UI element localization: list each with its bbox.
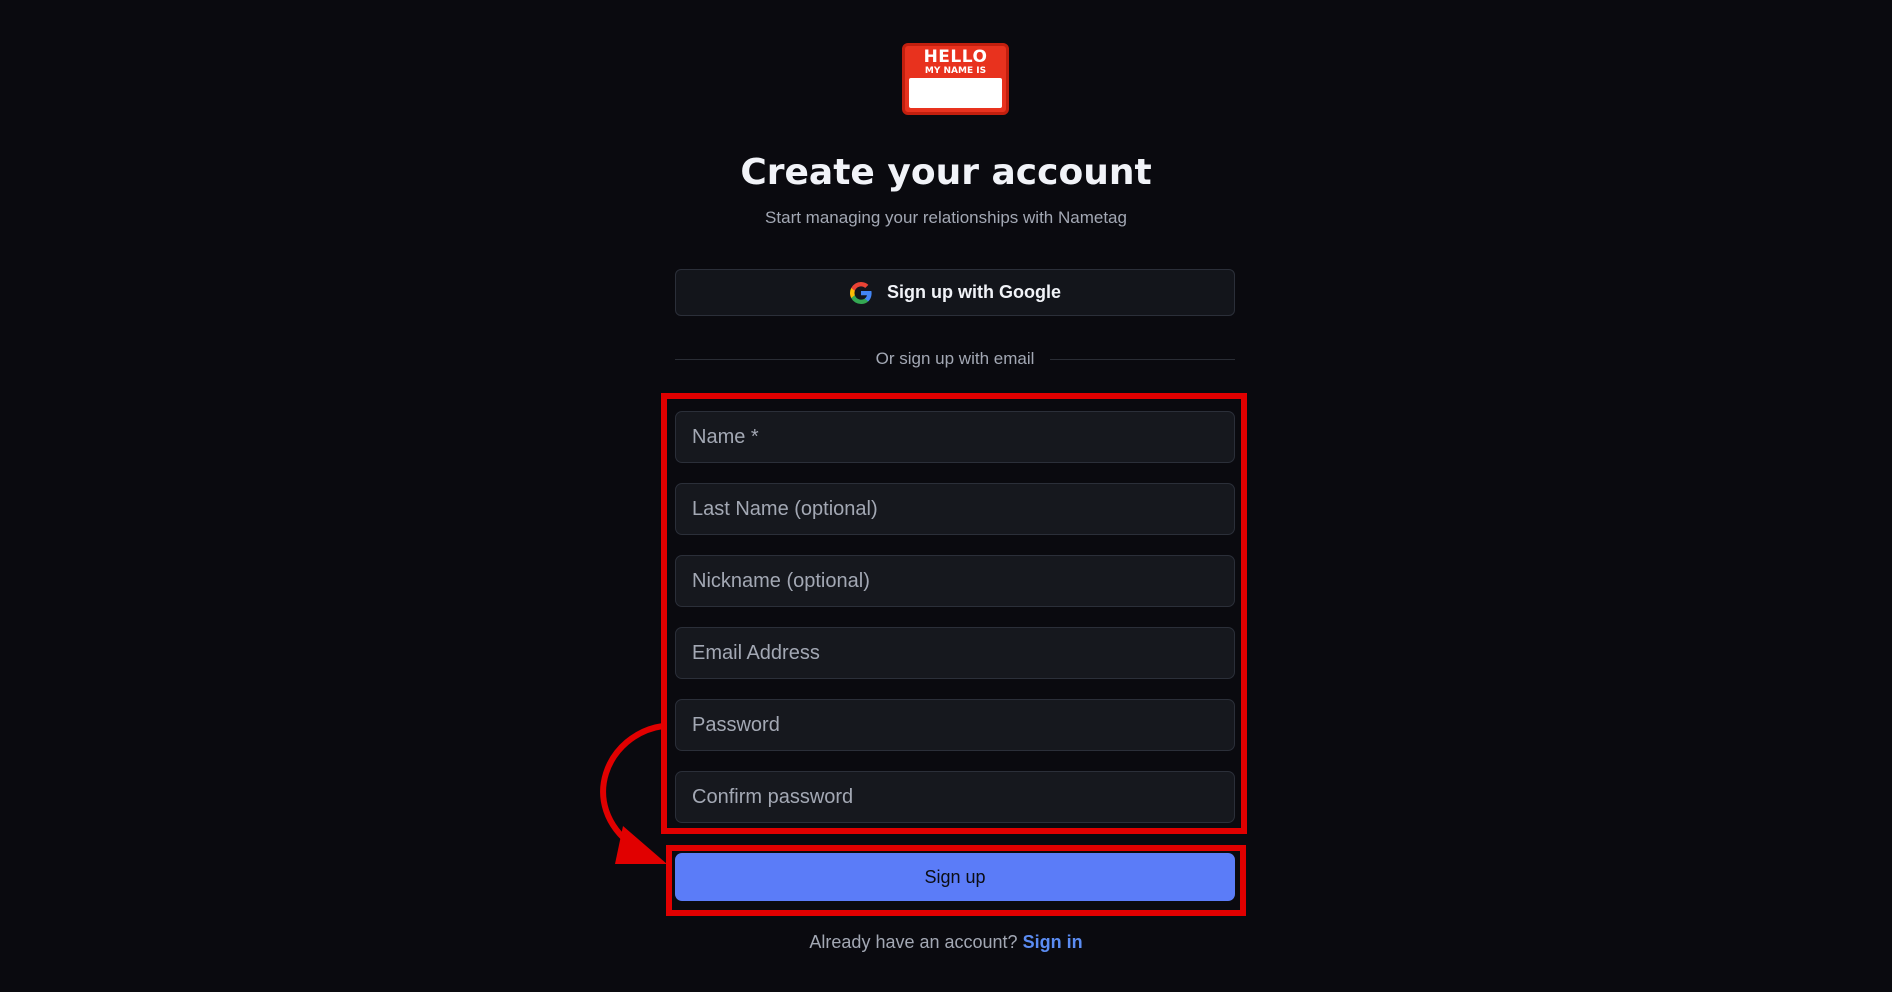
divider-text: Or sign up with email: [875, 349, 1035, 368]
divider-line-right: [1050, 358, 1236, 360]
nametag-logo: HELLO MY NAME IS: [902, 43, 1009, 115]
page-subtitle: Start managing your relationships with N…: [765, 208, 1127, 227]
google-signup-label: Sign up with Google: [887, 282, 1061, 302]
google-signup-button[interactable]: Sign up with Google: [675, 269, 1235, 316]
form-fields-highlight: [661, 393, 1247, 834]
google-icon: [850, 281, 872, 304]
signup-button-highlight: [666, 845, 1246, 916]
logo-hello-text: HELLO: [923, 47, 988, 67]
annotation-arrow-icon: [600, 723, 667, 864]
divider-line-left: [675, 358, 860, 360]
or-divider: Or sign up with email: [675, 347, 1236, 371]
signup-page: HELLO MY NAME IS Create your account Sta…: [0, 0, 1892, 992]
signin-prompt-text: Already have an account?: [809, 932, 1018, 952]
signin-link[interactable]: Sign in: [1023, 932, 1083, 952]
signin-prompt: Already have an account? Sign in: [0, 932, 1892, 953]
page-title: Create your account: [740, 152, 1152, 193]
logo-name-area: [909, 78, 1002, 108]
logo-myname-text: MY NAME IS: [924, 66, 987, 76]
